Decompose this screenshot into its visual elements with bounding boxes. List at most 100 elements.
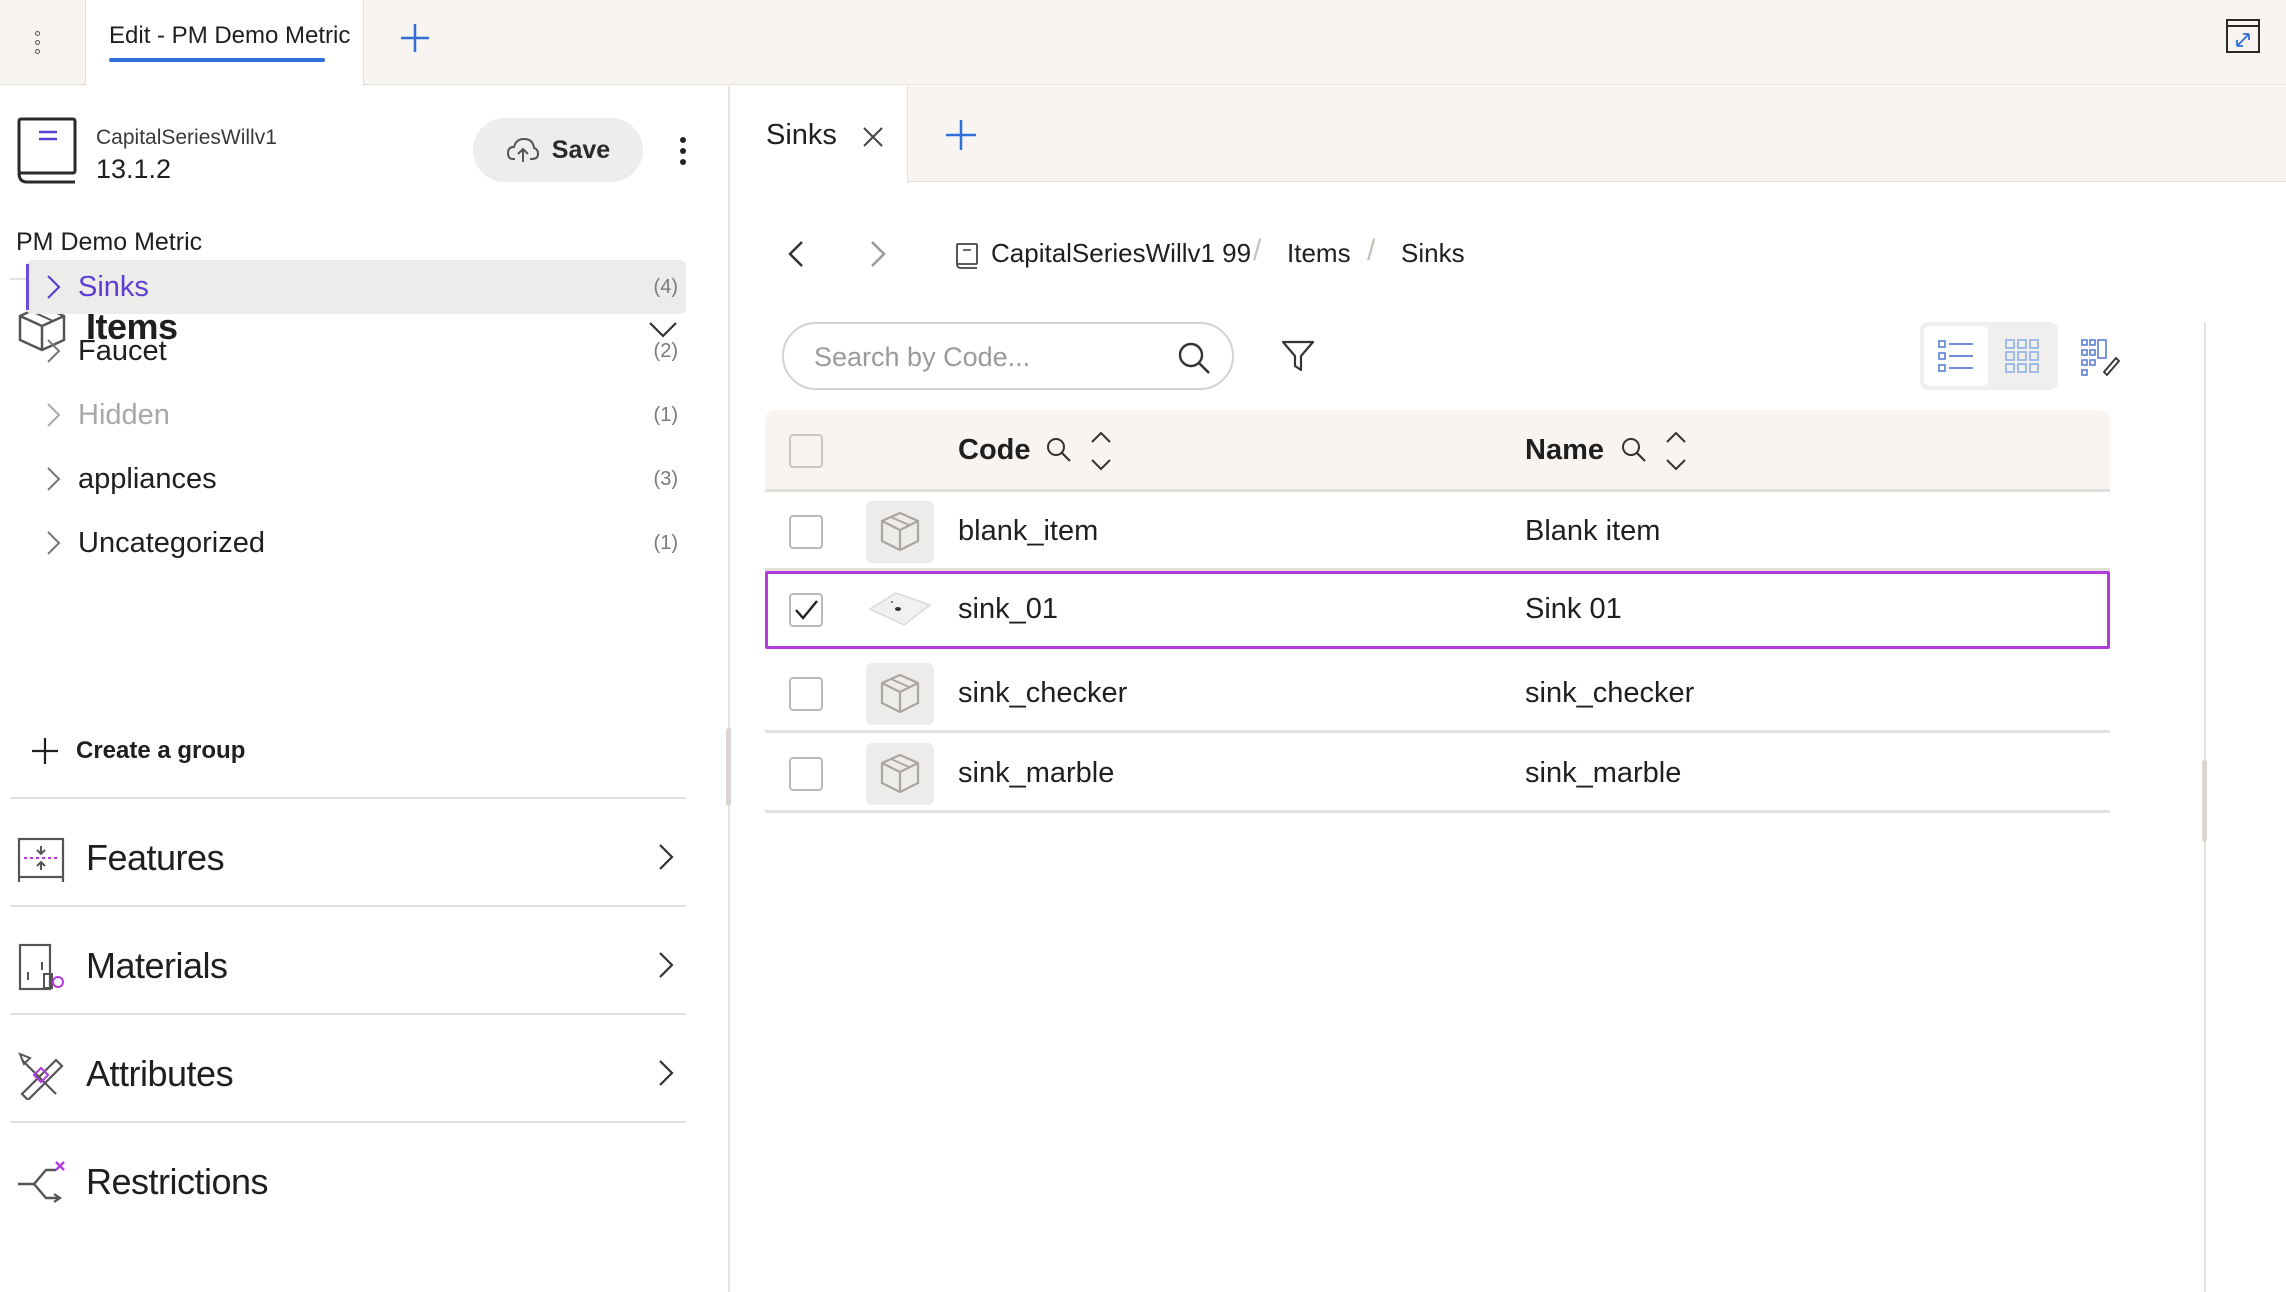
search-icon[interactable] [1176,340,1212,376]
breadcrumb-current: Sinks [1401,238,1465,268]
row-checkbox-checked[interactable] [789,593,823,627]
group-label: Uncategorized [78,527,265,559]
item-code: sink_marble [958,757,1115,789]
chevron-right-icon[interactable] [40,529,66,557]
divider [10,797,686,799]
group-item-hidden[interactable]: Hidden (1) [26,388,686,442]
top-bar: Edit - PM Demo Metric [0,0,2286,86]
chevron-right-icon[interactable] [40,273,66,301]
forward-icon[interactable] [862,236,892,272]
item-title: PM Demo Metric [16,228,203,256]
group-item-faucet[interactable]: Faucet (2) [26,324,686,378]
restrictions-icon [18,1161,65,1203]
cloud-upload-icon [506,137,539,162]
section-attributes-label: Attributes [86,1053,234,1094]
grid-view-button[interactable] [1990,326,2054,386]
column-header-name[interactable]: Name [1525,434,1604,467]
catalog-menu-icon[interactable] [668,131,698,171]
tab-label: Sinks [766,119,837,151]
content-tab-bar: Sinks [732,86,2286,183]
row-checkbox[interactable] [789,515,823,549]
item-code: blank_item [958,515,1099,547]
view-toggle [1920,322,2058,390]
group-label: Hidden [78,399,170,431]
table-row-selected[interactable]: sink_01 Sink 01 [765,571,2110,649]
search-icon[interactable] [1045,436,1073,464]
breadcrumb-separator: / [1253,234,1262,267]
search-box [782,322,1234,390]
item-name: Sink 01 [1525,593,1622,625]
save-label: Save [551,135,611,164]
catalog-name: CapitalSeriesWillv1 [96,126,277,149]
group-item-sinks[interactable]: Sinks (4) [26,260,686,314]
chevron-right-icon[interactable] [40,337,66,365]
breadcrumb-items[interactable]: Items [1287,238,1351,269]
item-name: sink_marble [1525,757,1682,789]
table-row[interactable]: sink_checker sink_checker [765,655,2110,733]
cube-icon [880,511,920,552]
group-item-uncategorized[interactable]: Uncategorized (1) [26,516,686,570]
row-checkbox[interactable] [789,677,823,711]
active-tab-indicator [109,58,325,62]
chevron-right-icon[interactable] [40,401,66,429]
list-view-icon [1938,340,1973,372]
section-features[interactable]: Features [10,804,686,904]
tab-sinks[interactable]: Sinks [732,86,908,183]
attributes-icon [18,1052,64,1100]
table-row[interactable]: blank_item Blank item [765,493,2110,571]
select-all-checkbox[interactable] [789,434,823,468]
item-name: sink_checker [1525,677,1695,709]
group-count: (1) [653,532,678,554]
item-code: sink_checker [958,677,1128,709]
sort-icon[interactable] [1663,428,1689,474]
create-group-button[interactable]: Create a group [30,731,245,771]
save-button[interactable]: Save [473,118,643,182]
add-tab-icon[interactable] [395,18,435,58]
back-icon[interactable] [782,236,812,272]
table-row[interactable]: sink_marble sink_marble [765,735,2110,813]
breadcrumb-catalog[interactable]: CapitalSeriesWillv1 9912 [991,238,1253,269]
chevron-right-icon[interactable] [650,950,680,980]
maximize-icon[interactable] [2225,18,2261,54]
tab-edit-document[interactable]: Edit - PM Demo Metric [85,0,364,86]
app-menu-icon[interactable] [22,22,52,62]
column-settings-icon[interactable] [2080,336,2120,376]
book-icon [17,117,77,184]
group-count: (1) [653,404,678,426]
group-label: Faucet [78,335,167,367]
list-view-button[interactable] [1924,326,1988,386]
panel-resize-handle[interactable] [726,728,731,806]
group-item-appliances[interactable]: appliances (3) [26,452,686,506]
search-input[interactable] [814,338,1144,376]
section-attributes[interactable]: Attributes [10,1020,686,1120]
row-checkbox[interactable] [789,757,823,791]
chevron-right-icon[interactable] [40,465,66,493]
item-code: sink_01 [958,593,1058,625]
group-count: (3) [653,468,678,490]
chevron-right-icon[interactable] [650,1058,680,1088]
divider [10,1013,686,1015]
item-thumbnail [866,743,934,805]
cube-icon [880,753,920,794]
section-features-label: Features [86,837,225,878]
item-thumbnail [866,579,934,641]
chevron-right-icon[interactable] [650,842,680,872]
item-name: Blank item [1525,515,1661,547]
item-thumbnail [866,663,934,725]
book-icon [956,243,978,269]
add-tab-icon[interactable] [942,116,980,154]
close-icon[interactable] [862,126,884,148]
group-label: appliances [78,463,217,495]
scrollbar-thumb[interactable] [2202,760,2207,842]
plus-icon [32,738,58,764]
section-materials-label: Materials [86,945,228,986]
search-icon[interactable] [1620,436,1648,464]
column-header-code[interactable]: Code [958,434,1031,467]
divider [10,905,686,907]
sort-icon[interactable] [1088,428,1114,474]
section-materials[interactable]: Materials [10,912,686,1012]
features-icon [17,837,65,882]
materials-icon [18,943,64,991]
filter-icon[interactable] [1280,338,1316,374]
section-restrictions[interactable]: Restrictions [10,1128,686,1228]
